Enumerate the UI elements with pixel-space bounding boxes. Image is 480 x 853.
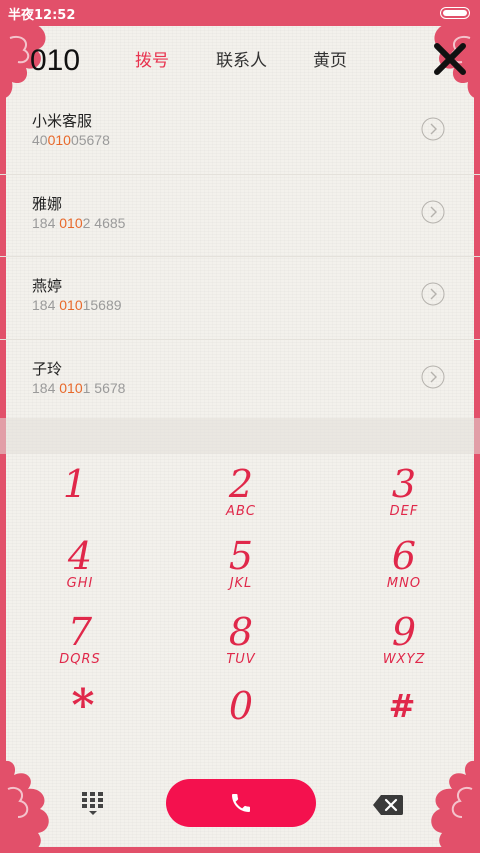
key-letters: WXYZ — [382, 652, 426, 667]
key-digit: * — [71, 680, 95, 731]
tab-contacts[interactable]: 联系人 — [216, 46, 267, 71]
chevron-right-icon[interactable] — [421, 117, 445, 141]
dialer-action-bar — [0, 772, 480, 836]
number-match: 010 — [59, 379, 83, 396]
number-prefix: 40 — [32, 132, 48, 148]
key-1[interactable]: 1 — [15, 464, 135, 540]
contact-name: 小米客服 — [32, 112, 93, 130]
dialed-number: 010 — [30, 44, 81, 77]
number-suffix: 2 4685 — [82, 214, 126, 231]
key-digit: 5 — [228, 534, 254, 578]
contact-number: 184 0101 5678 — [32, 380, 125, 396]
close-icon[interactable] — [433, 42, 467, 76]
number-prefix: 184 — [32, 297, 60, 313]
key-3[interactable]: 3 DEF — [344, 464, 464, 540]
key-digit: 1 — [62, 462, 88, 506]
key-5[interactable]: 5 JKL — [181, 536, 301, 612]
key-letters: TUV — [226, 652, 256, 667]
chevron-right-icon[interactable] — [421, 282, 445, 306]
list-item[interactable]: 雅娜 184 0102 4685 — [0, 175, 480, 257]
backspace-icon[interactable] — [372, 794, 404, 816]
number-match: 010 — [47, 132, 71, 148]
number-suffix: 05678 — [70, 132, 110, 148]
status-time: 半夜12:52 — [8, 7, 76, 23]
tab-dial[interactable]: 拨号 — [135, 46, 169, 71]
number-prefix: 184 — [32, 379, 60, 396]
key-digit: 3 — [391, 462, 417, 506]
chevron-right-icon[interactable] — [421, 200, 445, 224]
status-bar: 半夜12:52 — [0, 0, 480, 26]
search-results-list: 小米客服 4001005678 雅娜 184 0102 4685 燕婷 184 … — [0, 92, 480, 422]
contact-name: 雅娜 — [32, 194, 63, 213]
number-suffix: 1 5678 — [82, 379, 126, 396]
list-item[interactable]: 小米客服 4001005678 — [0, 92, 480, 175]
key-7[interactable]: 7 DQRS — [20, 612, 140, 688]
number-match: 010 — [59, 297, 83, 313]
dialpad-icon[interactable] — [80, 790, 106, 816]
key-digit: 9 — [391, 610, 417, 654]
number-suffix: 15689 — [82, 297, 122, 313]
dialer-header: 010 拨号 联系人 黄页 — [0, 30, 480, 94]
key-digit: 7 — [67, 610, 93, 654]
key-letters: JKL — [229, 576, 253, 591]
key-0[interactable]: 0 — [181, 686, 301, 762]
key-digit: 4 — [67, 534, 93, 578]
key-letters: DQRS — [59, 652, 101, 667]
key-9[interactable]: 9 WXYZ — [344, 612, 464, 688]
key-hash[interactable]: # — [342, 686, 462, 762]
bottom-frame — [0, 847, 480, 853]
chevron-right-icon[interactable] — [421, 365, 445, 389]
contact-number: 4001005678 — [32, 132, 110, 148]
key-letters: MNO — [386, 576, 422, 591]
key-digit: # — [388, 687, 416, 725]
key-letters: DEF — [389, 504, 419, 519]
list-item[interactable]: 子玲 184 0101 5678 — [0, 340, 480, 423]
key-4[interactable]: 4 GHI — [20, 536, 140, 612]
phone-icon — [232, 794, 250, 812]
contact-number: 184 01015689 — [32, 297, 122, 313]
key-letters: ABC — [226, 504, 256, 519]
tab-yellow-pages[interactable]: 黄页 — [313, 46, 347, 71]
number-prefix: 184 — [32, 214, 60, 231]
list-item[interactable]: 燕婷 184 01015689 — [0, 257, 480, 340]
call-button[interactable] — [166, 779, 316, 827]
key-letters: GHI — [66, 576, 94, 591]
key-digit: 0 — [228, 684, 254, 728]
key-6[interactable]: 6 MNO — [344, 536, 464, 612]
key-digit: 6 — [391, 534, 417, 578]
list-keypad-divider — [0, 418, 480, 454]
key-digit: 2 — [228, 462, 254, 506]
contact-name: 燕婷 — [32, 277, 63, 295]
key-2[interactable]: 2 ABC — [181, 464, 301, 540]
battery-icon — [440, 7, 470, 19]
key-digit: 8 — [228, 610, 254, 654]
key-8[interactable]: 8 TUV — [181, 612, 301, 688]
number-match: 010 — [59, 214, 83, 231]
key-star[interactable]: * — [23, 680, 143, 762]
contact-number: 184 0102 4685 — [32, 215, 125, 231]
contact-name: 子玲 — [32, 359, 63, 378]
